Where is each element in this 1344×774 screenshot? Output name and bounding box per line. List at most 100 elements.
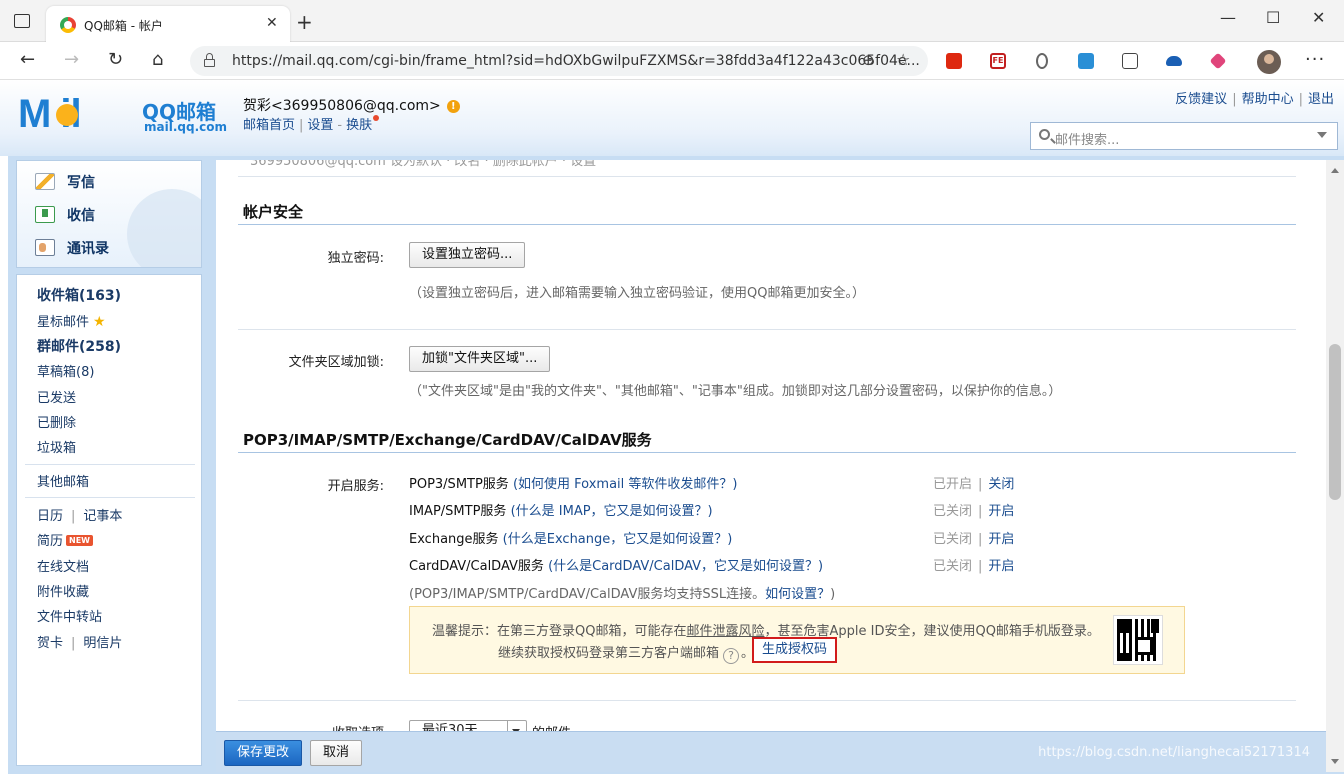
fe-extension-icon[interactable]: FE: [990, 53, 1006, 69]
star-icon: ★: [93, 314, 106, 330]
folder-inbox[interactable]: 收件箱(163): [37, 285, 121, 305]
tile-extension-icon[interactable]: [1078, 53, 1094, 69]
browser-menu-button[interactable]: ···: [1305, 49, 1325, 70]
folder-lock-note: （"文件夹区域"是由"我的文件夹"、"其他邮箱"、"记事本"组成。加锁即对这几部…: [409, 384, 1062, 399]
scroll-up-icon[interactable]: [1331, 168, 1339, 173]
notebook-link[interactable]: 记事本: [83, 509, 122, 524]
logout-link[interactable]: 退出: [1308, 92, 1334, 107]
qqmail-favicon-icon: [60, 17, 76, 33]
user-address: 贺彩<369950806@qq.com>: [243, 98, 441, 114]
compose-label: 写信: [67, 175, 95, 191]
new-badge: NEW: [66, 535, 93, 546]
imap-service-name: IMAP/SMTP服务: [409, 504, 507, 519]
carddav-service-name: CardDAV/CalDAV服务: [409, 559, 544, 574]
carddav-status: 已关闭 | 开启: [933, 555, 1014, 574]
scrollbar[interactable]: [1326, 160, 1344, 772]
user-identity: 贺彩<369950806@qq.com>!: [243, 95, 460, 115]
resume-link[interactable]: 简历 NEW: [37, 530, 93, 549]
minimize-button[interactable]: —: [1220, 8, 1236, 27]
folder-sent[interactable]: 已发送: [37, 387, 76, 406]
set-independent-password-button[interactable]: 设置独立密码...: [409, 242, 526, 268]
folder-nav: 收件箱(163) 星标邮件 ★ 群邮件(258) 草稿箱(8) 已发送 已删除 垃…: [16, 274, 202, 766]
tab-title: QQ邮箱 - 帐户: [84, 19, 163, 33]
profile-avatar[interactable]: [1257, 50, 1281, 74]
folder-spam[interactable]: 垃圾箱: [37, 437, 76, 456]
watermark-text: https://blog.csdn.net/lianghecai52171314: [1038, 745, 1310, 760]
skin-link[interactable]: 换肤: [346, 118, 372, 133]
feedback-link[interactable]: 反馈建议: [1175, 92, 1227, 107]
lock-folder-area-button[interactable]: 加锁"文件夹区域"...: [409, 346, 551, 372]
imap-help-link[interactable]: (什么是 IMAP，它又是如何设置？): [511, 504, 713, 519]
pop3-help-link[interactable]: (如何使用 Foxmail 等软件收发邮件？): [513, 477, 738, 492]
greeting-card-link[interactable]: 贺卡: [37, 636, 63, 651]
new-tab-button[interactable]: +: [296, 10, 313, 34]
folder-starred[interactable]: 星标邮件 ★: [37, 311, 106, 330]
postcard-link[interactable]: 明信片: [83, 636, 122, 651]
receive-range-suffix: 的邮件: [532, 722, 571, 731]
folder-deleted[interactable]: 已删除: [37, 412, 76, 431]
exchange-open-link[interactable]: 开启: [988, 532, 1014, 547]
resume-label: 简历: [37, 534, 64, 549]
browser-tab[interactable]: QQ邮箱 - 帐户 ✕: [46, 6, 290, 42]
folder-group[interactable]: 群邮件(258): [37, 336, 121, 356]
mail-logo[interactable]: M il: [18, 94, 134, 134]
carddav-open-link[interactable]: 开启: [988, 559, 1014, 574]
tab-actions-icon[interactable]: [14, 14, 30, 28]
receive-range-select[interactable]: 最近30天: [409, 720, 527, 731]
contacts-icon: [35, 239, 55, 256]
select-divider: [507, 721, 508, 731]
lock-icon[interactable]: [204, 53, 215, 67]
divider: [238, 700, 1296, 701]
exchange-help-link[interactable]: (什么是Exchange，它又是如何设置？): [503, 532, 733, 547]
folder-drafts[interactable]: 草稿箱(8): [37, 361, 94, 380]
generate-auth-code-button[interactable]: 生成授权码: [752, 637, 838, 663]
receive-range-value: 最近30天: [422, 723, 478, 731]
file-transfer-link[interactable]: 文件中转站: [37, 606, 102, 625]
pop3-close-link[interactable]: 关闭: [988, 477, 1014, 492]
mail-search-input[interactable]: 邮件搜索...: [1030, 122, 1338, 150]
scroll-thumb[interactable]: [1329, 344, 1341, 500]
maximize-button[interactable]: ☐: [1266, 8, 1280, 27]
zoom-icon[interactable]: ⊕: [862, 51, 875, 69]
save-button[interactable]: 保存更改: [224, 740, 303, 766]
online-docs-link[interactable]: 在线文档: [37, 556, 89, 575]
onedrive-cloud-icon[interactable]: [1166, 56, 1182, 66]
calendar-link[interactable]: 日历: [37, 509, 63, 524]
carddav-help-link[interactable]: (什么是CardDAV/CalDAV，它又是如何设置？): [548, 559, 823, 574]
folder-lock-label: 文件夹区域加锁:: [288, 355, 384, 370]
ring-extension-icon[interactable]: [1036, 53, 1048, 69]
folder-other-mailbox[interactable]: 其他邮箱: [37, 471, 89, 490]
url-text[interactable]: https://mail.qq.com/cgi-bin/frame_html?s…: [232, 53, 920, 69]
back-button[interactable]: ←: [20, 50, 35, 70]
home-button[interactable]: ⌂: [152, 50, 163, 70]
brand-domain: mail.qq.com: [144, 120, 227, 134]
receive-icon: [35, 206, 55, 223]
section-underline: [238, 224, 1296, 225]
search-dropdown-icon[interactable]: [1317, 132, 1327, 138]
tip-prefix: 温馨提示：在第三方登录QQ邮箱，可能存在: [432, 624, 687, 639]
cancel-button[interactable]: 取消: [310, 740, 363, 766]
account-row-cut: 369950806@qq.com 设为默认 · 改名 · 删除此帐户 · 设置: [250, 160, 597, 169]
question-icon[interactable]: ?: [723, 648, 740, 664]
settings-link[interactable]: 设置: [307, 118, 333, 133]
address-toolbar: ← → ↻ ⌂ https://mail.qq.com/cgi-bin/fram…: [0, 42, 1344, 80]
scroll-down-icon[interactable]: [1331, 759, 1339, 764]
stack-extension-icon[interactable]: [1209, 52, 1227, 70]
forward-button[interactable]: →: [64, 50, 79, 70]
favorite-icon[interactable]: ☆: [896, 50, 910, 69]
qr-code-icon: [1113, 615, 1163, 665]
reload-button[interactable]: ↻: [108, 50, 123, 70]
tab-close-icon[interactable]: ✕: [266, 15, 278, 31]
ssl-howto-link[interactable]: 如何设置？: [765, 587, 830, 602]
help-link[interactable]: 帮助中心: [1242, 92, 1294, 107]
url-bar[interactable]: https://mail.qq.com/cgi-bin/frame_html?s…: [190, 46, 928, 76]
collections-icon[interactable]: [1122, 53, 1138, 69]
attachments-link[interactable]: 附件收藏: [37, 581, 89, 600]
calendar-notebook-row: 日历 | 记事本: [37, 505, 122, 524]
penguin-decoration: [127, 189, 201, 267]
mailbox-home-link[interactable]: 邮箱首页: [243, 118, 295, 133]
china-flag-extension-icon[interactable]: [946, 53, 962, 69]
window-close-button[interactable]: ✕: [1312, 8, 1325, 27]
imap-open-link[interactable]: 开启: [988, 504, 1014, 519]
warning-icon[interactable]: !: [446, 100, 460, 113]
